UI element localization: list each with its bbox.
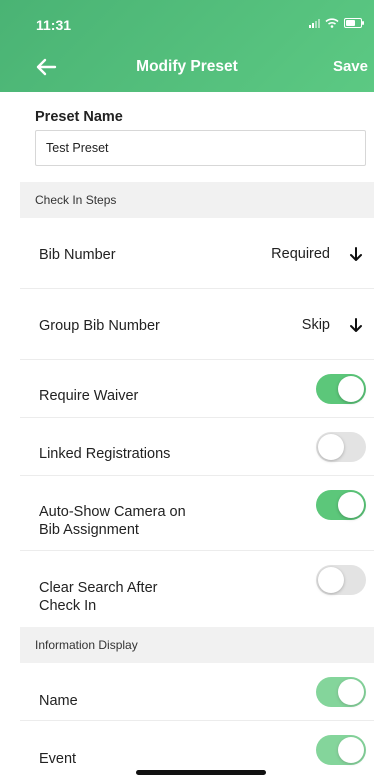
require-waiver-label: Require Waiver — [39, 388, 139, 404]
bib-number-value: Required — [271, 246, 330, 262]
clear-search-label-line1: Clear Search After — [39, 580, 158, 596]
auto-show-camera-row: Auto-Show Camera on Bib Assignment — [20, 476, 374, 551]
name-display-label: Name — [39, 693, 78, 709]
linked-registrations-row: Linked Registrations — [20, 418, 374, 476]
auto-show-camera-label: Auto-Show Camera on Bib Assignment — [39, 503, 186, 539]
status-time: 11:31 — [36, 17, 72, 33]
information-display-header: Information Display — [20, 627, 374, 663]
check-in-steps-header: Check In Steps — [20, 182, 374, 218]
event-display-toggle[interactable] — [316, 735, 366, 765]
app-header: 11:31 Modify Preset Save — [0, 0, 374, 92]
linked-registrations-label: Linked Registrations — [39, 446, 171, 462]
require-waiver-row: Require Waiver — [20, 360, 374, 418]
arrow-down-icon[interactable] — [348, 246, 364, 262]
page-title: Modify Preset — [136, 58, 238, 75]
clear-search-toggle[interactable] — [316, 565, 366, 595]
auto-show-camera-label-line1: Auto-Show Camera on — [39, 504, 186, 520]
home-indicator — [136, 770, 266, 775]
preset-name-label: Preset Name — [35, 109, 123, 125]
preset-name-input[interactable] — [35, 130, 366, 166]
signal-icon — [309, 18, 320, 28]
clear-search-label-line2: Check In — [39, 598, 97, 614]
name-display-row: Name — [20, 663, 374, 721]
auto-show-camera-toggle[interactable] — [316, 490, 366, 520]
clear-search-label: Clear Search After Check In — [39, 579, 157, 615]
bib-number-row[interactable]: Bib Number Required — [20, 218, 374, 289]
status-icons — [309, 18, 364, 28]
wifi-icon — [325, 18, 339, 28]
linked-registrations-toggle[interactable] — [316, 432, 366, 462]
arrow-down-icon[interactable] — [348, 317, 364, 333]
group-bib-number-value: Skip — [301, 317, 330, 333]
event-display-label: Event — [39, 751, 77, 767]
battery-icon — [344, 18, 364, 28]
require-waiver-toggle[interactable] — [316, 374, 366, 404]
name-display-toggle[interactable] — [316, 677, 366, 707]
group-bib-number-label: Group Bib Number — [39, 318, 160, 334]
save-button[interactable]: Save — [333, 58, 368, 75]
auto-show-camera-label-line2: Bib Assignment — [39, 522, 139, 538]
group-bib-number-row[interactable]: Group Bib Number Skip — [20, 289, 374, 360]
preset-form: Preset Name Check In Steps Bib Number Re… — [20, 92, 374, 774]
clear-search-row: Clear Search After Check In — [20, 551, 374, 627]
bib-number-label: Bib Number — [39, 247, 116, 263]
